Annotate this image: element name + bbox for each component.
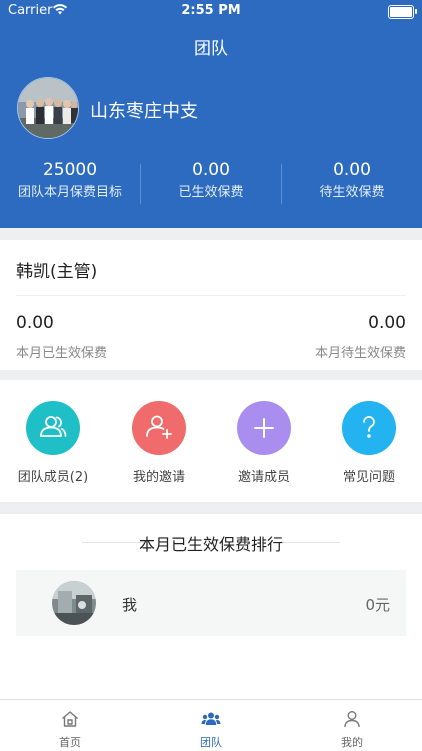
ranking-name: 我 — [122, 596, 138, 614]
tab-team[interactable]: 团队 — [141, 700, 281, 751]
tab-profile-label: 我的 — [341, 736, 363, 749]
invite-member-button[interactable]: 邀请成员 — [219, 401, 309, 485]
plus-icon — [237, 401, 291, 455]
tab-team-label: 团队 — [200, 736, 222, 749]
divider — [16, 295, 406, 296]
status-bar: Carrier 2:55 PM — [0, 0, 422, 22]
team-members-button[interactable]: 团队成员(2) — [8, 401, 98, 485]
faq-button[interactable]: 常见问题 — [324, 401, 414, 485]
status-time: 2:55 PM — [181, 3, 241, 18]
team-avatar[interactable] — [17, 77, 79, 139]
tab-home[interactable]: 首页 — [0, 700, 140, 751]
leader-card[interactable]: 韩凯(主管) 0.00 本月已生效保费 0.00 本月待生效保费 — [0, 240, 422, 370]
invite-member-label: 邀请成员 — [237, 470, 290, 485]
stat-target-label: 团队本月保费目标 — [17, 185, 122, 200]
ranking-header: 本月已生效保费排行 — [0, 531, 422, 555]
profile-icon — [342, 709, 362, 729]
leader-effective-label: 本月已生效保费 — [16, 346, 108, 361]
avatar — [52, 581, 96, 625]
stat-target-value: 25000 — [42, 160, 98, 180]
team-members-label: 团队成员(2) — [17, 470, 89, 485]
team-stats: 25000 团队本月保费目标 0.00 已生效保费 0.00 待生效保费 — [0, 158, 422, 210]
home-icon — [60, 709, 80, 729]
team-icon — [201, 709, 221, 729]
page-title: 团队 — [194, 39, 228, 59]
ranking-amount: 0元 — [365, 596, 390, 614]
stat-effective-value: 0.00 — [192, 160, 230, 180]
actions-card: 团队成员(2) 我的邀请 邀请成员 常见问题 — [0, 380, 422, 502]
battery-icon — [388, 5, 417, 19]
ranking-card: 本月已生效保费排行 我 0元 — [0, 514, 422, 700]
leader-pending-value: 0.00 — [368, 313, 406, 333]
leader-pending-label: 本月待生效保费 — [314, 346, 406, 361]
tab-profile[interactable]: 我的 — [282, 700, 422, 751]
team-header: Carrier 2:55 PM 团队 山东枣庄中支 25000 团队本月保费目标… — [0, 0, 422, 228]
my-invites-button[interactable]: 我的邀请 — [114, 401, 204, 485]
stat-effective-label: 已生效保费 — [178, 185, 244, 200]
leader-effective-value: 0.00 — [16, 313, 54, 333]
stat-pending-label: 待生效保费 — [319, 185, 385, 200]
tab-bar: 首页 团队 我的 — [0, 699, 422, 751]
question-icon — [342, 401, 396, 455]
tab-home-label: 首页 — [59, 736, 81, 749]
team-name: 山东枣庄中支 — [90, 101, 198, 122]
stat-pending: 0.00 待生效保费 — [282, 158, 422, 210]
stat-effective: 0.00 已生效保费 — [141, 158, 281, 210]
stat-pending-value: 0.00 — [333, 160, 371, 180]
stat-target: 25000 团队本月保费目标 — [0, 158, 140, 210]
faq-label: 常见问题 — [342, 470, 395, 485]
leader-name: 韩凯(主管) — [16, 262, 98, 282]
my-invites-label: 我的邀请 — [132, 470, 185, 485]
ranking-title: 本月已生效保费排行 — [138, 535, 283, 554]
team-members-icon — [26, 401, 80, 455]
ranking-row[interactable]: 我 0元 — [16, 570, 406, 636]
invite-person-icon — [132, 401, 186, 455]
